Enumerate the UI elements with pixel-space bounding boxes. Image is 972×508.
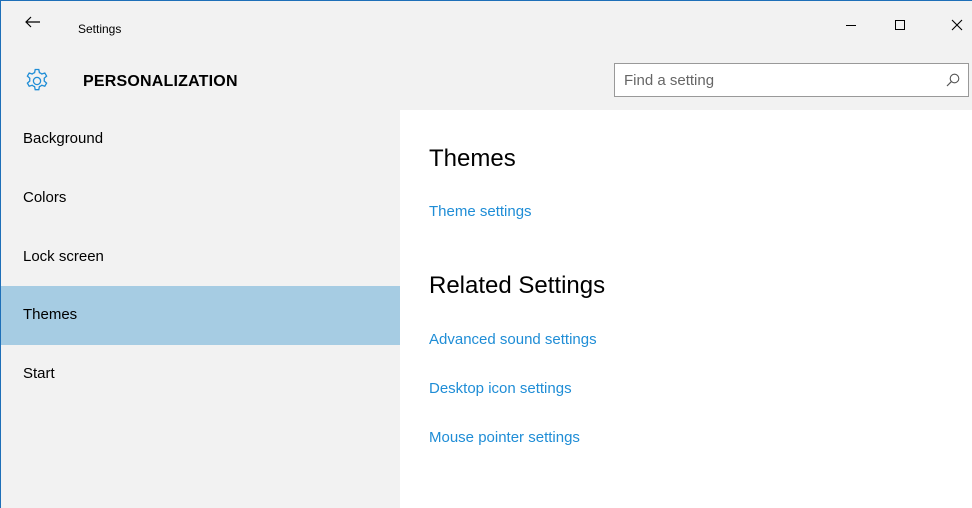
window-title: Settings <box>78 22 122 36</box>
gear-icon <box>26 68 48 91</box>
sidebar-item-background[interactable]: Background <box>1 110 400 169</box>
close-button[interactable] <box>945 13 969 37</box>
maximize-button[interactable] <box>888 13 912 37</box>
theme-settings-link[interactable]: Theme settings <box>429 203 532 220</box>
desktop-icon-settings-link[interactable]: Desktop icon settings <box>429 380 572 397</box>
mouse-pointer-settings-link[interactable]: Mouse pointer settings <box>429 429 580 446</box>
themes-heading: Themes <box>429 145 516 172</box>
related-settings-heading: Related Settings <box>429 272 606 299</box>
search-icon[interactable] <box>946 73 960 87</box>
sidebar-item-label: Themes <box>23 306 78 323</box>
minimize-button[interactable] <box>839 13 863 37</box>
sidebar: Background Colors Lock screen Themes Sta… <box>1 110 400 508</box>
close-icon <box>951 19 963 31</box>
main-content: Themes Theme settings Related Settings A… <box>400 110 972 508</box>
sidebar-item-start[interactable]: Start <box>1 345 400 404</box>
sidebar-item-label: Start <box>23 365 55 382</box>
page-header: PERSONALIZATION <box>1 63 972 110</box>
sidebar-item-label: Lock screen <box>23 248 104 265</box>
search-input[interactable] <box>615 64 935 96</box>
minimize-icon <box>846 25 856 26</box>
back-arrow-icon <box>25 16 40 28</box>
search-box[interactable] <box>614 63 969 97</box>
sidebar-item-colors[interactable]: Colors <box>1 169 400 228</box>
back-button[interactable] <box>21 10 45 34</box>
title-bar: Settings <box>1 1 972 63</box>
page-title: PERSONALIZATION <box>83 73 238 90</box>
settings-window: Settings PERSONALIZATION Find a setting … <box>0 0 972 508</box>
sidebar-item-lock-screen[interactable]: Lock screen <box>1 228 400 287</box>
maximize-icon <box>895 20 905 30</box>
advanced-sound-settings-link[interactable]: Advanced sound settings <box>429 331 597 348</box>
sidebar-item-label: Background <box>23 130 104 147</box>
sidebar-item-themes[interactable]: Themes <box>1 286 400 345</box>
sidebar-item-label: Colors <box>23 189 67 206</box>
